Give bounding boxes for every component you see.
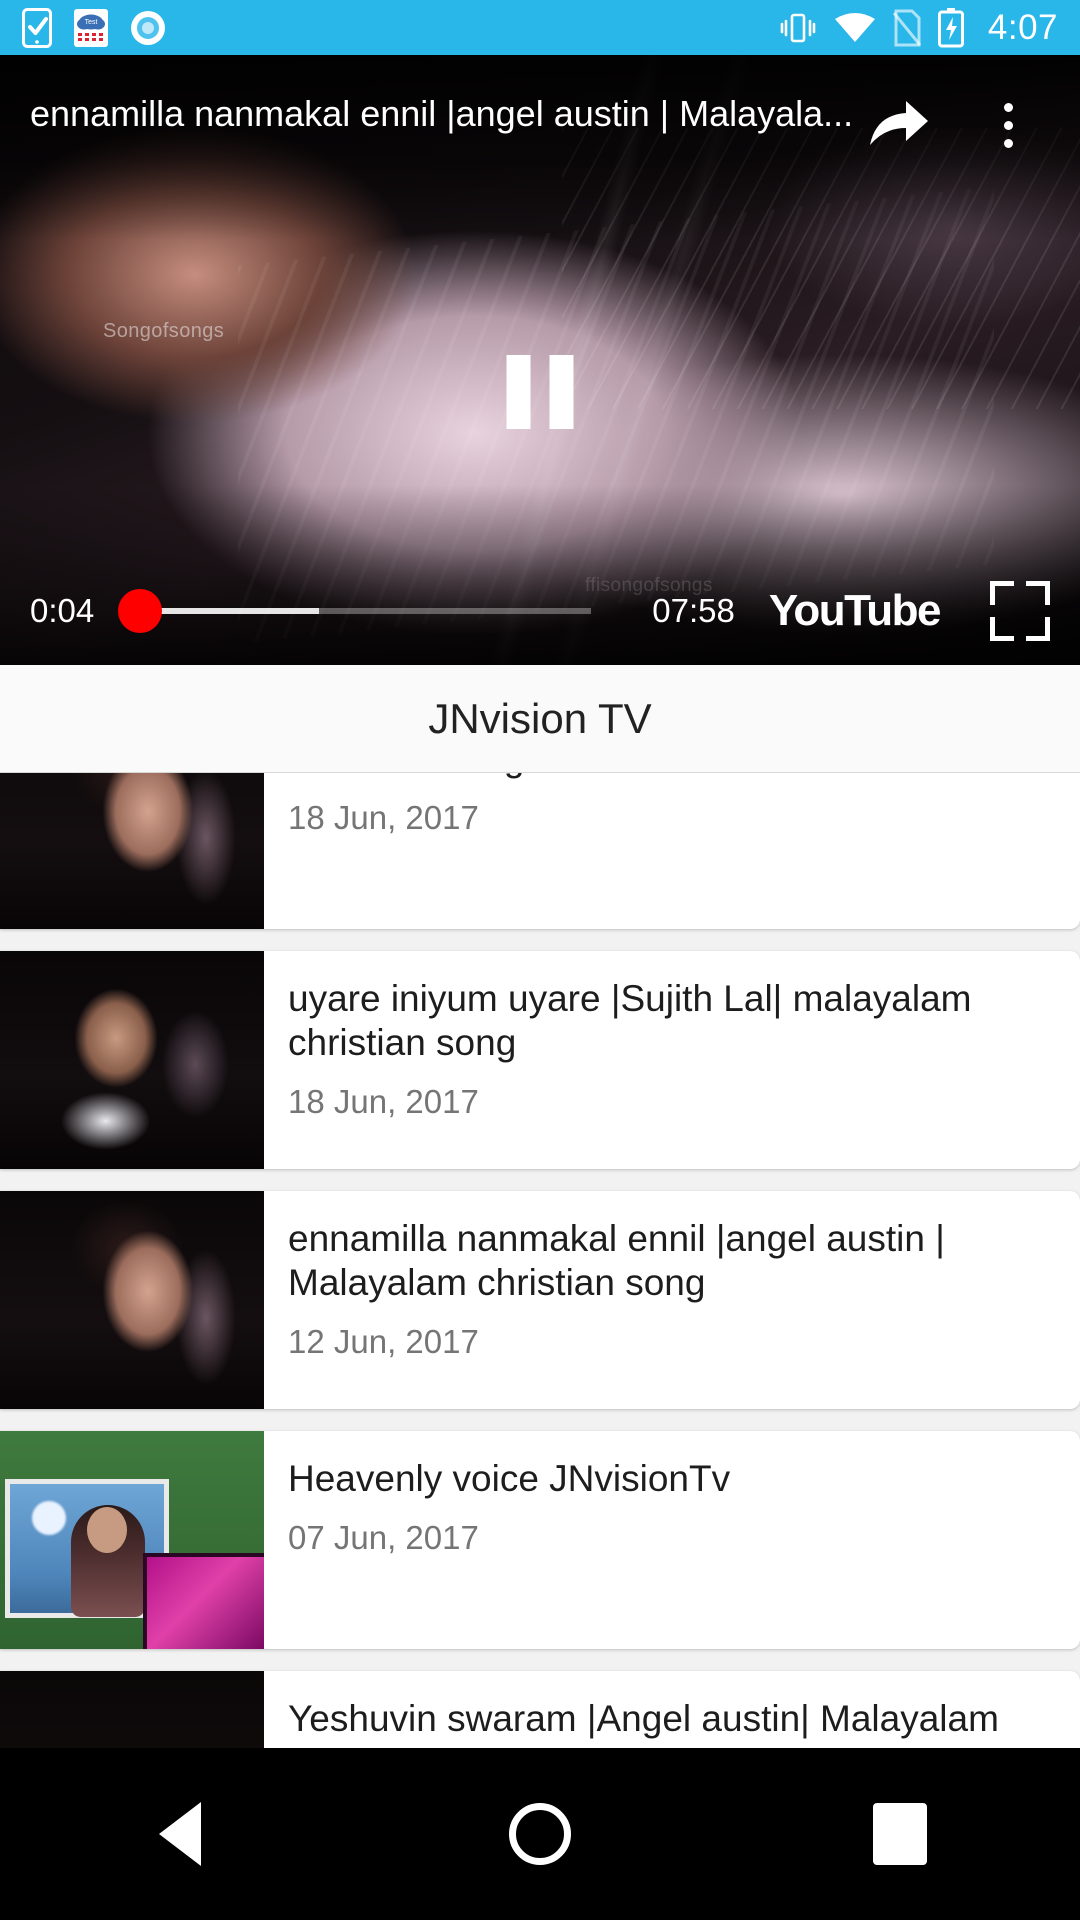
sim-card-icon: [892, 9, 922, 46]
pause-bar-left: [506, 355, 531, 429]
video-date: 07 Jun, 2017: [288, 1519, 479, 1556]
pause-bar-right: [549, 355, 574, 429]
weather-test-calendar-icon: Test: [74, 8, 108, 47]
home-circle-icon: [509, 1803, 571, 1865]
player-video-title: ennamilla nanmakal ennil |angel austin |…: [30, 93, 854, 134]
more-options-button[interactable]: [982, 93, 1034, 157]
video-meta: oru nimishavum |Angel austin| Malayalam …: [264, 773, 1080, 929]
video-meta: ennamilla nanmakal ennil |angel austin |…: [264, 1191, 1080, 1409]
video-meta: Heavenly voice JNvisionTv 07 Jun, 2017: [264, 1431, 1080, 1649]
nav-back-button[interactable]: [105, 1759, 255, 1909]
more-dot-3: [1003, 138, 1013, 148]
status-bar-clock: 4:07: [987, 7, 1058, 47]
fullscreen-corner-tl: [990, 581, 1014, 605]
video-thumbnail[interactable]: [0, 951, 264, 1169]
video-thumbnail[interactable]: [0, 1671, 264, 1748]
thumbnail-artwork: [0, 951, 264, 1169]
video-thumbnail[interactable]: [0, 1191, 264, 1409]
pause-button[interactable]: [506, 355, 574, 429]
status-bar: Test 4:07: [0, 0, 1080, 55]
battery-charging-icon: [937, 7, 964, 47]
share-button[interactable]: [866, 95, 932, 155]
video-watermark: Songofsongs: [103, 320, 225, 342]
video-title: Yeshuvin swaram |Angel austin| Malayalam: [288, 1698, 999, 1739]
video-title: oru nimishavum |Angel austin| Malayalam …: [288, 773, 1046, 781]
screen-root: Test 4:07 Songofsongs ennamilla nanmakal…: [0, 0, 1080, 1920]
video-title: Heavenly voice JNvisionTv: [288, 1458, 731, 1499]
status-bar-left-icons: Test: [22, 7, 166, 48]
video-list-item[interactable]: Heavenly voice JNvisionTv 07 Jun, 2017: [0, 1431, 1080, 1649]
status-bar-right-icons: 4:07: [778, 7, 1058, 48]
video-player[interactable]: Songofsongs ffisongofsongs ennamilla nan…: [0, 55, 1080, 665]
wifi-icon: [834, 12, 875, 42]
seek-bar[interactable]: [118, 589, 591, 633]
seek-thumb[interactable]: [118, 589, 163, 633]
share-arrow-icon: [870, 101, 928, 145]
video-list-item[interactable]: Yeshuvin swaram |Angel austin| Malayalam: [0, 1671, 1080, 1748]
channel-title: JNvision TV: [428, 694, 652, 742]
player-controls: 0:04 07:58 YouTube: [0, 557, 1080, 665]
more-dot-2: [1003, 120, 1013, 130]
recents-square-icon: [873, 1803, 927, 1865]
fullscreen-corner-br: [1026, 617, 1050, 641]
video-thumbnail[interactable]: [0, 773, 264, 929]
thumbnail-artwork: [0, 1431, 264, 1649]
studio-overlay-card: [142, 1553, 264, 1649]
thumbnail-artwork: [0, 1191, 264, 1409]
thumbnail-artwork: [0, 1671, 264, 1748]
studio-moon: [31, 1500, 66, 1535]
video-list-item[interactable]: oru nimishavum |Angel austin| Malayalam …: [0, 773, 1080, 929]
video-thumbnail[interactable]: [0, 1431, 264, 1649]
video-meta: uyare iniyum uyare |Sujith Lal| malayala…: [264, 951, 1080, 1169]
video-list-item[interactable]: uyare iniyum uyare |Sujith Lal| malayala…: [0, 951, 1080, 1169]
fullscreen-corner-bl: [990, 617, 1014, 641]
current-time-label: 0:04: [30, 592, 95, 629]
channel-header: JNvision TV: [0, 665, 1080, 773]
phone-check-icon: [22, 7, 52, 48]
youtube-logo[interactable]: YouTube: [769, 586, 942, 636]
thumbnail-artwork: [0, 773, 264, 929]
back-triangle-icon: [159, 1802, 201, 1866]
vibrate-icon: [780, 13, 816, 42]
fullscreen-button[interactable]: [990, 581, 1050, 641]
svg-text:Test: Test: [85, 19, 98, 26]
nav-home-button[interactable]: [465, 1759, 615, 1909]
video-list[interactable]: oru nimishavum |Angel austin| Malayalam …: [0, 773, 1080, 1748]
android-navigation-bar: [0, 1748, 1080, 1920]
video-list-item[interactable]: ennamilla nanmakal ennil |angel austin |…: [0, 1191, 1080, 1409]
nav-recents-button[interactable]: [825, 1759, 975, 1909]
fullscreen-corner-tr: [1026, 581, 1050, 605]
video-date: 18 Jun, 2017: [288, 1083, 479, 1120]
video-title: uyare iniyum uyare |Sujith Lal| malayala…: [288, 978, 972, 1063]
more-dot-1: [1003, 102, 1013, 112]
video-date: 18 Jun, 2017: [288, 799, 479, 836]
video-title: ennamilla nanmakal ennil |angel austin |…: [288, 1218, 945, 1303]
total-time-label: 07:58: [652, 592, 735, 629]
video-meta: Yeshuvin swaram |Angel austin| Malayalam: [264, 1671, 1080, 1748]
circle-record-icon: [131, 10, 165, 45]
video-date: 12 Jun, 2017: [288, 1323, 479, 1360]
